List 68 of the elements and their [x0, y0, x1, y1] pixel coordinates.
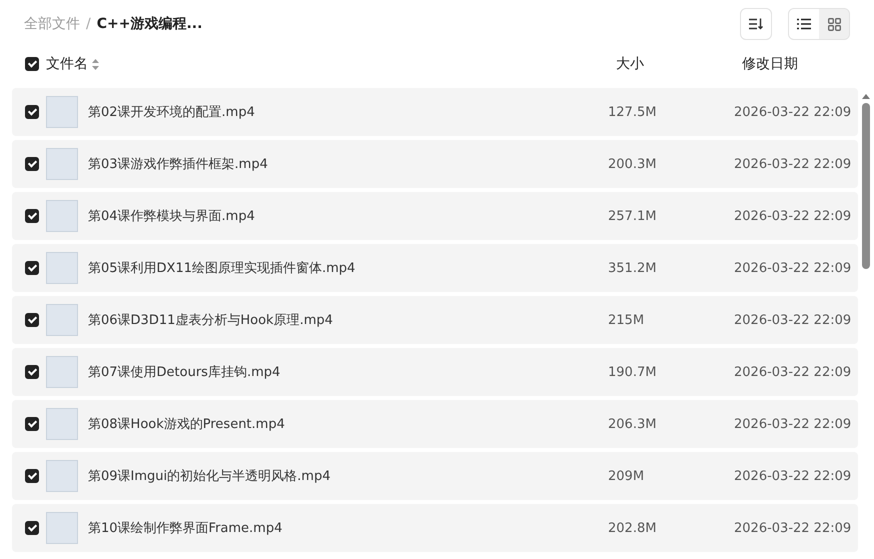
file-name[interactable]: 第09课Imgui的初始化与半透明风格.mp4 — [88, 467, 608, 485]
file-size: 200.3M — [608, 156, 658, 172]
modified-date: 2026-03-22 22:09 — [734, 208, 852, 224]
file-row[interactable]: 第05课利用DX11绘图原理实现插件窗体.mp4 351.2M 2026-03-22 22:09 — [12, 244, 858, 292]
file-row[interactable]: 第02课开发环境的配置.mp4 127.5M 2026-03-22 22:09 — [12, 88, 858, 136]
row-checkbox[interactable] — [25, 469, 39, 483]
row-checkbox[interactable] — [25, 365, 39, 379]
sort-button[interactable] — [740, 8, 772, 40]
video-thumbnail — [46, 148, 78, 180]
modified-date: 2026-03-22 22:09 — [734, 104, 852, 120]
video-thumbnail — [46, 460, 78, 492]
video-thumbnail — [46, 408, 78, 440]
list-view-button[interactable] — [789, 9, 819, 39]
breadcrumb-separator: / — [86, 16, 91, 32]
file-name[interactable]: 第05课利用DX11绘图原理实现插件窗体.mp4 — [88, 259, 608, 277]
file-name[interactable]: 第06课D3D11虚表分析与Hook原理.mp4 — [88, 311, 608, 329]
video-thumbnail — [46, 96, 78, 128]
file-size: 215M — [608, 312, 646, 328]
file-row[interactable]: 第08课Hook游戏的Present.mp4 206.3M 2026-03-22 22:09 — [12, 400, 858, 448]
row-checkbox[interactable] — [25, 313, 39, 327]
current-folder: C++游戏编程... — [96, 15, 202, 33]
modified-date: 2026-03-22 22:09 — [734, 468, 852, 484]
modified-date: 2026-03-22 22:09 — [734, 364, 852, 380]
column-header: 修改日期 — [741, 55, 799, 73]
file-name[interactable]: 第08课Hook游戏的Present.mp4 — [88, 415, 608, 433]
file-size: 351.2M — [608, 260, 658, 276]
sort-icon — [749, 18, 763, 30]
file-row[interactable]: 第10课绘制作弊界面Frame.mp4 202.8M 2026-03-22 22:09 — [12, 504, 858, 552]
scroll-up-icon[interactable] — [862, 94, 870, 99]
select-all-checkbox[interactable] — [25, 57, 39, 71]
file-row[interactable]: 第07课使用Detours库挂钩.mp4 190.7M 2026-03-22 22:09 — [12, 348, 858, 396]
video-thumbnail — [46, 304, 78, 336]
modified-date: 2026-03-22 22:09 — [734, 312, 852, 328]
file-size: 257.1M — [608, 208, 658, 224]
row-checkbox[interactable] — [25, 521, 39, 535]
video-thumbnail — [46, 200, 78, 232]
modified-date: 2026-03-22 22:09 — [734, 260, 852, 276]
file-size: 127.5M — [608, 104, 658, 120]
file-name[interactable]: 第02课开发环境的配置.mp4 — [88, 103, 608, 121]
file-row[interactable]: 第03课游戏作弊插件框架.mp4 200.3M 2026-03-22 22:09 — [12, 140, 858, 188]
grid-icon — [828, 18, 840, 30]
row-checkbox[interactable] — [25, 105, 39, 119]
video-thumbnail — [46, 252, 78, 284]
row-checkbox[interactable] — [25, 209, 39, 223]
file-row[interactable]: 第09课Imgui的初始化与半透明风格.mp4 209M 2026-03-22 22:09 — [12, 452, 858, 500]
file-size: 206.3M — [608, 416, 658, 432]
file-name[interactable]: 第04课作弊模块与界面.mp4 — [88, 207, 608, 225]
sort-caret-icon[interactable] — [92, 58, 99, 70]
file-size: 202.8M — [608, 520, 658, 536]
file-row[interactable]: 第04课作弊模块与界面.mp4 257.1M 2026-03-22 22:09 — [12, 192, 858, 240]
file-row[interactable]: 第06课D3D11虚表分析与Hook原理.mp4 215M 2026-03-22 22:09 — [12, 296, 858, 344]
column-header[interactable]: 文件名 — [46, 55, 88, 73]
column-header: 大小 — [615, 55, 645, 73]
video-thumbnail — [46, 356, 78, 388]
file-name[interactable]: 第03课游戏作弊插件框架.mp4 — [88, 155, 608, 173]
list-icon — [797, 18, 811, 30]
modified-date: 2026-03-22 22:09 — [734, 520, 852, 536]
file-name[interactable]: 第07课使用Detours库挂钩.mp4 — [88, 363, 608, 381]
file-size: 190.7M — [608, 364, 658, 380]
file-size: 209M — [608, 468, 646, 484]
row-checkbox[interactable] — [25, 261, 39, 275]
modified-date: 2026-03-22 22:09 — [734, 416, 852, 432]
file-name[interactable]: 第10课绘制作弊界面Frame.mp4 — [88, 519, 608, 537]
modified-date: 2026-03-22 22:09 — [734, 156, 852, 172]
scrollbar-thumb[interactable] — [862, 103, 870, 269]
row-checkbox[interactable] — [25, 157, 39, 171]
video-thumbnail — [46, 512, 78, 544]
row-checkbox[interactable] — [25, 417, 39, 431]
